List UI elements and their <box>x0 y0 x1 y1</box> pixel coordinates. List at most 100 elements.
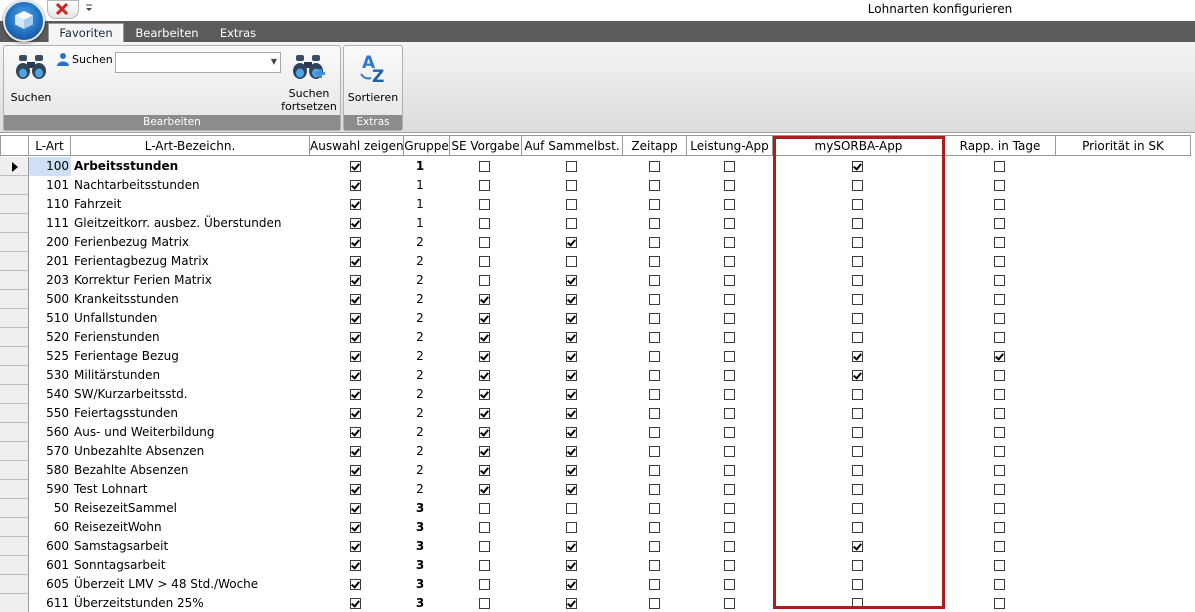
checkbox-auswahl[interactable] <box>350 579 361 590</box>
quick-access-close-button[interactable] <box>47 0 79 19</box>
checkbox-sammel[interactable] <box>566 503 577 514</box>
checkbox-sammel[interactable] <box>566 332 577 343</box>
checkbox-mysorba[interactable] <box>852 313 863 324</box>
checkbox-rapp[interactable] <box>994 332 1005 343</box>
checkbox-sammel[interactable] <box>566 218 577 229</box>
checkbox-auswahl[interactable] <box>350 218 361 229</box>
checkbox-sammel[interactable] <box>566 408 577 419</box>
table-row[interactable]: 525 Ferientage Bezug 2 <box>0 347 1195 366</box>
checkbox-zeit[interactable] <box>649 256 660 267</box>
checkbox-zeit[interactable] <box>649 237 660 248</box>
table-row[interactable]: 560 Aus- und Weiterbildung 2 <box>0 423 1195 442</box>
checkbox-rapp[interactable] <box>994 351 1005 362</box>
table-row[interactable]: 100 Arbeitsstunden 1 <box>0 157 1195 176</box>
table-row[interactable]: 203 Korrektur Ferien Matrix 2 <box>0 271 1195 290</box>
cell-bezeichnung[interactable]: Feiertagsstunden <box>71 404 310 423</box>
cell-gruppe[interactable]: 2 <box>404 404 450 423</box>
cell-lart[interactable]: 203 <box>29 271 71 290</box>
checkbox-leistung[interactable] <box>724 180 735 191</box>
checkbox-rapp[interactable] <box>994 446 1005 457</box>
checkbox-auswahl[interactable] <box>350 465 361 476</box>
checkbox-zeit[interactable] <box>649 446 660 457</box>
checkbox-mysorba[interactable] <box>852 332 863 343</box>
cell-bezeichnung[interactable]: Ferientagbezug Matrix <box>71 252 310 271</box>
table-row[interactable]: 60 ReisezeitWohn 3 <box>0 518 1195 537</box>
cell-lart[interactable]: 530 <box>29 366 71 385</box>
checkbox-auswahl[interactable] <box>350 560 361 571</box>
cell-bezeichnung[interactable]: Militärstunden <box>71 366 310 385</box>
cell-gruppe[interactable]: 3 <box>404 575 450 594</box>
row-selector[interactable] <box>0 309 29 328</box>
checkbox-rapp[interactable] <box>994 598 1005 609</box>
checkbox-mysorba[interactable] <box>852 579 863 590</box>
checkbox-sammel[interactable] <box>566 351 577 362</box>
tab-bearbeiten[interactable]: Bearbeiten <box>130 24 204 42</box>
checkbox-auswahl[interactable] <box>350 237 361 248</box>
cell-bezeichnung[interactable]: Unbezahlte Absenzen <box>71 442 310 461</box>
checkbox-leistung[interactable] <box>724 313 735 324</box>
cell-bezeichnung[interactable]: Samstagsarbeit <box>71 537 310 556</box>
checkbox-se[interactable] <box>479 161 490 172</box>
checkbox-sammel[interactable] <box>566 275 577 286</box>
checkbox-zeit[interactable] <box>649 389 660 400</box>
cell-lart[interactable]: 540 <box>29 385 71 404</box>
table-row[interactable]: 580 Bezahlte Absenzen 2 <box>0 461 1195 480</box>
checkbox-sammel[interactable] <box>566 541 577 552</box>
column-header-gruppe[interactable]: Gruppe <box>404 135 450 156</box>
checkbox-rapp[interactable] <box>994 560 1005 571</box>
checkbox-leistung[interactable] <box>724 294 735 305</box>
table-row[interactable]: 605 Überzeit LMV > 48 Std./Woche 3 <box>0 575 1195 594</box>
table-row[interactable]: 510 Unfallstunden 2 <box>0 309 1195 328</box>
cell-lart[interactable]: 601 <box>29 556 71 575</box>
checkbox-zeit[interactable] <box>649 161 660 172</box>
row-selector[interactable] <box>0 290 29 309</box>
row-selector[interactable] <box>0 404 29 423</box>
checkbox-zeit[interactable] <box>649 351 660 362</box>
table-row[interactable]: 101 Nachtarbeitsstunden 1 <box>0 176 1195 195</box>
cell-lart[interactable]: 200 <box>29 233 71 252</box>
checkbox-sammel[interactable] <box>566 579 577 590</box>
cell-lart[interactable]: 101 <box>29 176 71 195</box>
cell-lart[interactable]: 510 <box>29 309 71 328</box>
checkbox-se[interactable] <box>479 332 490 343</box>
cell-gruppe[interactable]: 2 <box>404 347 450 366</box>
checkbox-sammel[interactable] <box>566 522 577 533</box>
cell-gruppe[interactable]: 2 <box>404 423 450 442</box>
cell-gruppe[interactable]: 3 <box>404 518 450 537</box>
checkbox-auswahl[interactable] <box>350 541 361 552</box>
checkbox-mysorba[interactable] <box>852 294 863 305</box>
checkbox-auswahl[interactable] <box>350 275 361 286</box>
table-row[interactable]: 111 Gleitzeitkorr. ausbez. Überstunden 1 <box>0 214 1195 233</box>
checkbox-zeit[interactable] <box>649 598 660 609</box>
row-selector[interactable] <box>0 575 29 594</box>
checkbox-se[interactable] <box>479 465 490 476</box>
checkbox-leistung[interactable] <box>724 427 735 438</box>
table-row[interactable]: 600 Samstagsarbeit 3 <box>0 537 1195 556</box>
cell-gruppe[interactable]: 2 <box>404 385 450 404</box>
checkbox-mysorba[interactable] <box>852 541 863 552</box>
checkbox-mysorba[interactable] <box>852 199 863 210</box>
checkbox-zeit[interactable] <box>649 560 660 571</box>
table-row[interactable]: 200 Ferienbezug Matrix 2 <box>0 233 1195 252</box>
checkbox-sammel[interactable] <box>566 180 577 191</box>
checkbox-rapp[interactable] <box>994 522 1005 533</box>
search-button[interactable]: Suchen <box>8 48 54 108</box>
checkbox-mysorba[interactable] <box>852 161 863 172</box>
column-header-rapp-tage[interactable]: Rapp. in Tage <box>945 135 1056 156</box>
checkbox-leistung[interactable] <box>724 484 735 495</box>
checkbox-se[interactable] <box>479 503 490 514</box>
cell-lart[interactable]: 525 <box>29 347 71 366</box>
checkbox-se[interactable] <box>479 427 490 438</box>
checkbox-leistung[interactable] <box>724 598 735 609</box>
checkbox-mysorba[interactable] <box>852 560 863 571</box>
row-selector[interactable] <box>0 366 29 385</box>
checkbox-sammel[interactable] <box>566 161 577 172</box>
checkbox-mysorba[interactable] <box>852 446 863 457</box>
cell-lart[interactable]: 110 <box>29 195 71 214</box>
checkbox-rapp[interactable] <box>994 294 1005 305</box>
row-selector[interactable] <box>0 423 29 442</box>
cell-lart[interactable]: 520 <box>29 328 71 347</box>
table-row[interactable]: 50 ReisezeitSammel 3 <box>0 499 1195 518</box>
checkbox-auswahl[interactable] <box>350 370 361 381</box>
checkbox-se[interactable] <box>479 522 490 533</box>
